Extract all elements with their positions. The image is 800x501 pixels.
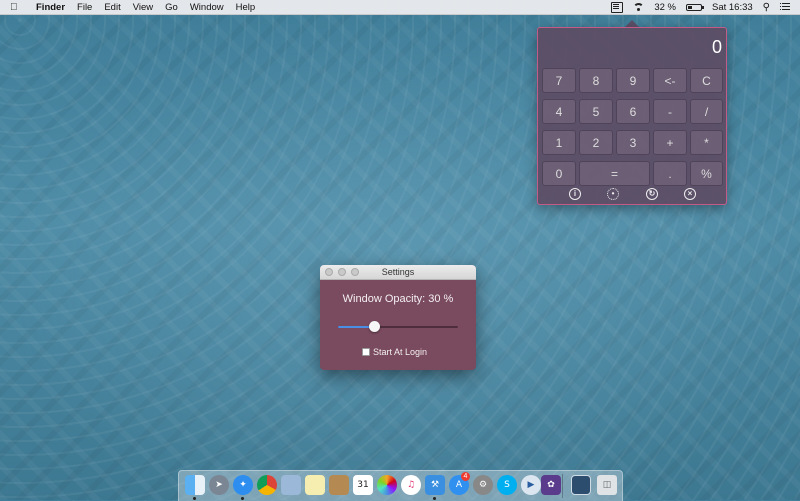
key-8[interactable]: 8 xyxy=(579,68,613,93)
start-at-login-row[interactable]: Start At Login xyxy=(362,347,427,357)
calculator-popover: 0 7 8 9 <- C 4 5 6 - / 1 2 3 + * 0 = . %… xyxy=(537,27,727,205)
key-2[interactable]: 2 xyxy=(579,130,613,155)
skype-dock-icon[interactable]: S xyxy=(497,475,517,495)
window-title: Settings xyxy=(381,267,415,277)
menu-file[interactable]: File xyxy=(77,2,92,13)
clock[interactable]: Sat 16:33 xyxy=(712,2,753,13)
apple-menu-icon[interactable]:  xyxy=(10,2,24,13)
calculator-display: 0 xyxy=(711,37,722,57)
minimize-window-button[interactable] xyxy=(338,268,346,276)
contacts-dock-icon[interactable] xyxy=(329,475,349,495)
photos-dock-icon[interactable] xyxy=(377,475,397,495)
menu-help[interactable]: Help xyxy=(236,2,256,13)
start-at-login-label: Start At Login xyxy=(373,347,428,357)
history-icon[interactable]: ↻ xyxy=(646,188,658,200)
info-icon[interactable]: i xyxy=(569,188,581,200)
settings-window: Settings Window Opacity: 30 % Start At L… xyxy=(320,265,476,370)
menu-edit[interactable]: Edit xyxy=(104,2,120,13)
key-percent[interactable]: % xyxy=(690,161,723,186)
key-7[interactable]: 7 xyxy=(542,68,576,93)
spotlight-search-icon[interactable]: ⚲ xyxy=(763,2,770,13)
trash-dock-icon[interactable]: ◫ xyxy=(597,475,617,495)
close-icon[interactable]: × xyxy=(684,188,696,200)
gear-icon[interactable]: • xyxy=(607,188,619,200)
key-backspace[interactable]: <- xyxy=(653,68,687,93)
chrome-dock-icon[interactable] xyxy=(257,475,277,495)
settings-titlebar[interactable]: Settings xyxy=(320,265,476,280)
notes-dock-icon[interactable] xyxy=(305,475,325,495)
start-at-login-checkbox[interactable] xyxy=(362,348,370,356)
launchpad-dock-icon[interactable]: ➤ xyxy=(209,475,229,495)
xcode-dock-icon[interactable]: ⚒ xyxy=(425,475,445,495)
key-0[interactable]: 0 xyxy=(542,161,576,186)
safari-dock-icon[interactable]: ✦ xyxy=(233,475,253,495)
downloads-stack-dock-icon[interactable] xyxy=(571,475,591,495)
menu-bar:  Finder File Edit View Go Window Help 3… xyxy=(0,0,800,15)
app-name-menu[interactable]: Finder xyxy=(36,2,65,13)
itunes-dock-icon[interactable]: ♫ xyxy=(401,475,421,495)
key-equals[interactable]: = xyxy=(579,161,650,186)
menu-window[interactable]: Window xyxy=(190,2,224,13)
dock-separator xyxy=(562,474,563,498)
battery-percent[interactable]: 32 % xyxy=(654,2,676,13)
quicktime-dock-icon[interactable]: ▶ xyxy=(521,475,541,495)
menu-view[interactable]: View xyxy=(133,2,153,13)
zoom-window-button[interactable] xyxy=(351,268,359,276)
calculator-toolbar: i • ↻ × xyxy=(538,186,726,204)
battery-level xyxy=(688,5,692,9)
key-multiply[interactable]: * xyxy=(690,130,723,155)
key-9[interactable]: 9 xyxy=(616,68,650,93)
opacity-label: Window Opacity: 30 % xyxy=(342,293,454,305)
close-window-button[interactable] xyxy=(325,268,333,276)
calculator-status-icon[interactable] xyxy=(611,1,624,13)
key-clear[interactable]: C xyxy=(690,68,723,93)
affinity-dock-icon[interactable]: ✿ xyxy=(541,475,561,495)
calendar-dock-icon[interactable]: 31 xyxy=(353,475,373,495)
app-store-badge: 4 xyxy=(461,472,470,481)
notification-center-icon[interactable] xyxy=(780,3,790,11)
key-1[interactable]: 1 xyxy=(542,130,576,155)
key-minus[interactable]: - xyxy=(653,99,687,124)
key-plus[interactable]: + xyxy=(653,130,687,155)
preview-dock-icon[interactable] xyxy=(281,475,301,495)
battery-icon[interactable] xyxy=(686,3,704,11)
opacity-slider[interactable] xyxy=(338,321,458,332)
menu-go[interactable]: Go xyxy=(165,2,178,13)
key-6[interactable]: 6 xyxy=(616,99,650,124)
key-divide[interactable]: / xyxy=(690,99,723,124)
key-3[interactable]: 3 xyxy=(616,130,650,155)
opacity-slider-knob[interactable] xyxy=(369,321,380,332)
dock: ➤ ✦ 31 ♫ ⚒ A 4 ⚙ S ▶ ✿ ◫ xyxy=(178,470,623,501)
wifi-icon[interactable] xyxy=(633,3,645,11)
finder-dock-icon[interactable] xyxy=(185,475,205,495)
key-5[interactable]: 5 xyxy=(579,99,613,124)
key-decimal[interactable]: . xyxy=(653,161,687,186)
system-preferences-dock-icon[interactable]: ⚙ xyxy=(473,475,493,495)
key-4[interactable]: 4 xyxy=(542,99,576,124)
